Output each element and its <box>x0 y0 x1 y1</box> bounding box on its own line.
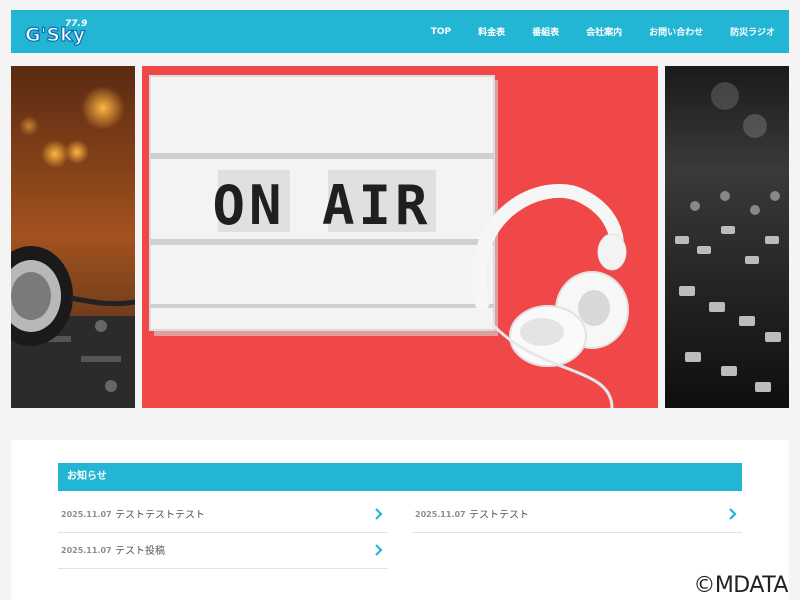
news-title: テストテストテスト <box>115 510 205 521</box>
logo-frequency: 77.9 <box>65 19 87 29</box>
news-date: 2025.11.07 <box>61 510 112 519</box>
main-nav: TOP 料金表 番組表 会社案内 お問い合わせ 防災ラジオ <box>418 10 789 53</box>
nav-pricing[interactable]: 料金表 <box>478 25 505 38</box>
news-section: お知らせ 2025.11.07 テストテストテスト 2025.11.07 テスト… <box>11 440 789 600</box>
news-item[interactable]: 2025.11.07 テスト投稿 <box>58 533 388 569</box>
watermark: ©MDATA <box>693 573 788 598</box>
news-title: テスト投稿 <box>115 546 165 557</box>
slide-next[interactable] <box>665 66 789 408</box>
news-date: 2025.11.07 <box>415 510 466 519</box>
nav-schedule[interactable]: 番組表 <box>532 25 559 38</box>
chevron-right-icon <box>729 508 737 520</box>
news-item[interactable]: 2025.11.07 テストテストテスト <box>58 497 388 533</box>
news-title: テストテスト <box>469 510 529 521</box>
nav-contact[interactable]: お問い合わせ <box>649 25 703 38</box>
news-date: 2025.11.07 <box>61 546 112 555</box>
news-item[interactable]: 2025.11.07 テストテスト <box>412 497 742 533</box>
slide-previous[interactable] <box>11 66 135 408</box>
chevron-right-icon <box>375 544 383 556</box>
chevron-right-icon <box>375 508 383 520</box>
nav-company[interactable]: 会社案内 <box>586 25 622 38</box>
site-header: G'Sky 77.9 TOP 料金表 番組表 会社案内 お問い合わせ 防災ラジオ <box>11 10 789 53</box>
news-heading: お知らせ <box>58 463 742 491</box>
slide-current-on-air[interactable]: ON AIR <box>142 66 658 408</box>
nav-disaster-radio[interactable]: 防災ラジオ <box>730 25 775 38</box>
site-logo[interactable]: G'Sky 77.9 <box>21 14 93 48</box>
on-air-text: ON AIR <box>212 174 431 237</box>
nav-top[interactable]: TOP <box>431 27 451 37</box>
